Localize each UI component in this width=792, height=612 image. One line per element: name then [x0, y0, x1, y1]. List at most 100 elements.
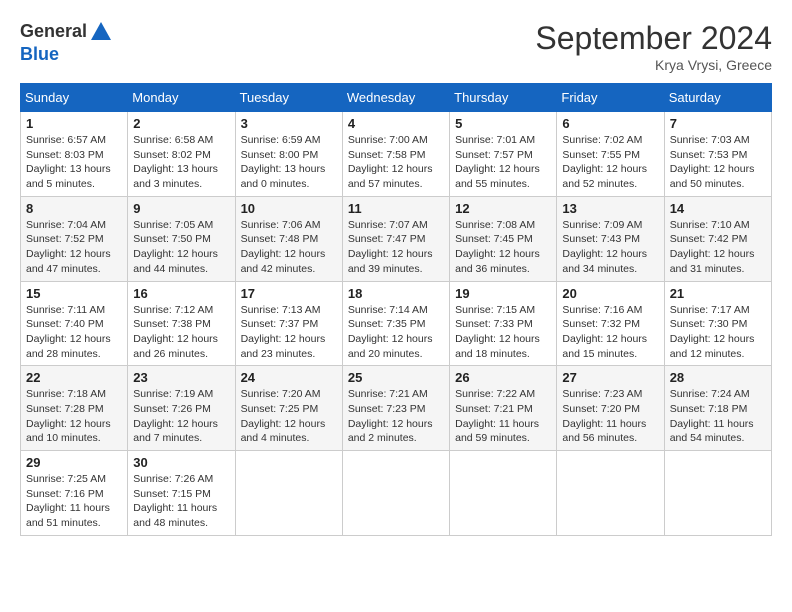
day-number: 27 — [562, 370, 658, 385]
table-row — [664, 451, 771, 536]
day-info: Sunrise: 7:14 AMSunset: 7:35 PMDaylight:… — [348, 303, 444, 362]
day-info: Sunrise: 7:24 AMSunset: 7:18 PMDaylight:… — [670, 387, 766, 446]
day-number: 5 — [455, 116, 551, 131]
table-row: 30 Sunrise: 7:26 AMSunset: 7:15 PMDaylig… — [128, 451, 235, 536]
table-row: 9 Sunrise: 7:05 AMSunset: 7:50 PMDayligh… — [128, 196, 235, 281]
day-info: Sunrise: 7:26 AMSunset: 7:15 PMDaylight:… — [133, 472, 229, 531]
day-info: Sunrise: 6:59 AMSunset: 8:00 PMDaylight:… — [241, 133, 337, 192]
month-title: September 2024 — [535, 20, 772, 57]
day-number: 17 — [241, 286, 337, 301]
day-number: 9 — [133, 201, 229, 216]
calendar-week-row: 1 Sunrise: 6:57 AMSunset: 8:03 PMDayligh… — [21, 112, 772, 197]
day-info: Sunrise: 7:22 AMSunset: 7:21 PMDaylight:… — [455, 387, 551, 446]
day-info: Sunrise: 6:58 AMSunset: 8:02 PMDaylight:… — [133, 133, 229, 192]
day-number: 1 — [26, 116, 122, 131]
day-info: Sunrise: 7:03 AMSunset: 7:53 PMDaylight:… — [670, 133, 766, 192]
day-number: 29 — [26, 455, 122, 470]
table-row: 1 Sunrise: 6:57 AMSunset: 8:03 PMDayligh… — [21, 112, 128, 197]
table-row: 15 Sunrise: 7:11 AMSunset: 7:40 PMDaylig… — [21, 281, 128, 366]
day-number: 2 — [133, 116, 229, 131]
day-info: Sunrise: 7:06 AMSunset: 7:48 PMDaylight:… — [241, 218, 337, 277]
calendar-week-row: 15 Sunrise: 7:11 AMSunset: 7:40 PMDaylig… — [21, 281, 772, 366]
table-row: 12 Sunrise: 7:08 AMSunset: 7:45 PMDaylig… — [450, 196, 557, 281]
table-row: 19 Sunrise: 7:15 AMSunset: 7:33 PMDaylig… — [450, 281, 557, 366]
day-number: 3 — [241, 116, 337, 131]
day-number: 12 — [455, 201, 551, 216]
day-info: Sunrise: 7:25 AMSunset: 7:16 PMDaylight:… — [26, 472, 122, 531]
page-header: General Blue September 2024 Krya Vrysi, … — [20, 20, 772, 73]
calendar-week-row: 22 Sunrise: 7:18 AMSunset: 7:28 PMDaylig… — [21, 366, 772, 451]
col-sunday: Sunday — [21, 84, 128, 112]
day-info: Sunrise: 7:15 AMSunset: 7:33 PMDaylight:… — [455, 303, 551, 362]
day-number: 16 — [133, 286, 229, 301]
table-row: 13 Sunrise: 7:09 AMSunset: 7:43 PMDaylig… — [557, 196, 664, 281]
table-row: 8 Sunrise: 7:04 AMSunset: 7:52 PMDayligh… — [21, 196, 128, 281]
table-row: 21 Sunrise: 7:17 AMSunset: 7:30 PMDaylig… — [664, 281, 771, 366]
col-monday: Monday — [128, 84, 235, 112]
day-info: Sunrise: 7:08 AMSunset: 7:45 PMDaylight:… — [455, 218, 551, 277]
day-number: 21 — [670, 286, 766, 301]
table-row: 7 Sunrise: 7:03 AMSunset: 7:53 PMDayligh… — [664, 112, 771, 197]
col-friday: Friday — [557, 84, 664, 112]
day-number: 18 — [348, 286, 444, 301]
day-number: 20 — [562, 286, 658, 301]
logo: General Blue — [20, 20, 113, 66]
col-tuesday: Tuesday — [235, 84, 342, 112]
day-info: Sunrise: 7:07 AMSunset: 7:47 PMDaylight:… — [348, 218, 444, 277]
col-saturday: Saturday — [664, 84, 771, 112]
table-row — [557, 451, 664, 536]
table-row: 22 Sunrise: 7:18 AMSunset: 7:28 PMDaylig… — [21, 366, 128, 451]
col-thursday: Thursday — [450, 84, 557, 112]
table-row: 26 Sunrise: 7:22 AMSunset: 7:21 PMDaylig… — [450, 366, 557, 451]
day-number: 24 — [241, 370, 337, 385]
location: Krya Vrysi, Greece — [535, 57, 772, 73]
day-number: 7 — [670, 116, 766, 131]
table-row: 4 Sunrise: 7:00 AMSunset: 7:58 PMDayligh… — [342, 112, 449, 197]
day-info: Sunrise: 7:16 AMSunset: 7:32 PMDaylight:… — [562, 303, 658, 362]
day-info: Sunrise: 7:02 AMSunset: 7:55 PMDaylight:… — [562, 133, 658, 192]
day-info: Sunrise: 7:17 AMSunset: 7:30 PMDaylight:… — [670, 303, 766, 362]
table-row: 10 Sunrise: 7:06 AMSunset: 7:48 PMDaylig… — [235, 196, 342, 281]
table-row: 16 Sunrise: 7:12 AMSunset: 7:38 PMDaylig… — [128, 281, 235, 366]
table-row: 17 Sunrise: 7:13 AMSunset: 7:37 PMDaylig… — [235, 281, 342, 366]
col-wednesday: Wednesday — [342, 84, 449, 112]
day-info: Sunrise: 7:09 AMSunset: 7:43 PMDaylight:… — [562, 218, 658, 277]
day-number: 25 — [348, 370, 444, 385]
table-row: 11 Sunrise: 7:07 AMSunset: 7:47 PMDaylig… — [342, 196, 449, 281]
day-number: 15 — [26, 286, 122, 301]
calendar-week-row: 8 Sunrise: 7:04 AMSunset: 7:52 PMDayligh… — [21, 196, 772, 281]
day-number: 19 — [455, 286, 551, 301]
day-number: 26 — [455, 370, 551, 385]
day-number: 4 — [348, 116, 444, 131]
day-info: Sunrise: 7:11 AMSunset: 7:40 PMDaylight:… — [26, 303, 122, 362]
day-number: 8 — [26, 201, 122, 216]
day-info: Sunrise: 7:00 AMSunset: 7:58 PMDaylight:… — [348, 133, 444, 192]
title-block: September 2024 Krya Vrysi, Greece — [535, 20, 772, 73]
table-row — [235, 451, 342, 536]
table-row: 23 Sunrise: 7:19 AMSunset: 7:26 PMDaylig… — [128, 366, 235, 451]
day-info: Sunrise: 7:21 AMSunset: 7:23 PMDaylight:… — [348, 387, 444, 446]
day-info: Sunrise: 7:05 AMSunset: 7:50 PMDaylight:… — [133, 218, 229, 277]
table-row: 2 Sunrise: 6:58 AMSunset: 8:02 PMDayligh… — [128, 112, 235, 197]
day-info: Sunrise: 7:18 AMSunset: 7:28 PMDaylight:… — [26, 387, 122, 446]
table-row: 25 Sunrise: 7:21 AMSunset: 7:23 PMDaylig… — [342, 366, 449, 451]
day-number: 23 — [133, 370, 229, 385]
day-info: Sunrise: 7:12 AMSunset: 7:38 PMDaylight:… — [133, 303, 229, 362]
calendar-table: Sunday Monday Tuesday Wednesday Thursday… — [20, 83, 772, 536]
day-info: Sunrise: 7:23 AMSunset: 7:20 PMDaylight:… — [562, 387, 658, 446]
day-number: 11 — [348, 201, 444, 216]
table-row: 3 Sunrise: 6:59 AMSunset: 8:00 PMDayligh… — [235, 112, 342, 197]
table-row: 5 Sunrise: 7:01 AMSunset: 7:57 PMDayligh… — [450, 112, 557, 197]
day-info: Sunrise: 7:04 AMSunset: 7:52 PMDaylight:… — [26, 218, 122, 277]
day-info: Sunrise: 7:19 AMSunset: 7:26 PMDaylight:… — [133, 387, 229, 446]
day-number: 14 — [670, 201, 766, 216]
day-info: Sunrise: 7:10 AMSunset: 7:42 PMDaylight:… — [670, 218, 766, 277]
day-info: Sunrise: 7:20 AMSunset: 7:25 PMDaylight:… — [241, 387, 337, 446]
table-row: 6 Sunrise: 7:02 AMSunset: 7:55 PMDayligh… — [557, 112, 664, 197]
table-row: 27 Sunrise: 7:23 AMSunset: 7:20 PMDaylig… — [557, 366, 664, 451]
table-row — [342, 451, 449, 536]
day-number: 10 — [241, 201, 337, 216]
calendar-week-row: 29 Sunrise: 7:25 AMSunset: 7:16 PMDaylig… — [21, 451, 772, 536]
logo-icon — [89, 20, 113, 44]
day-info: Sunrise: 6:57 AMSunset: 8:03 PMDaylight:… — [26, 133, 122, 192]
